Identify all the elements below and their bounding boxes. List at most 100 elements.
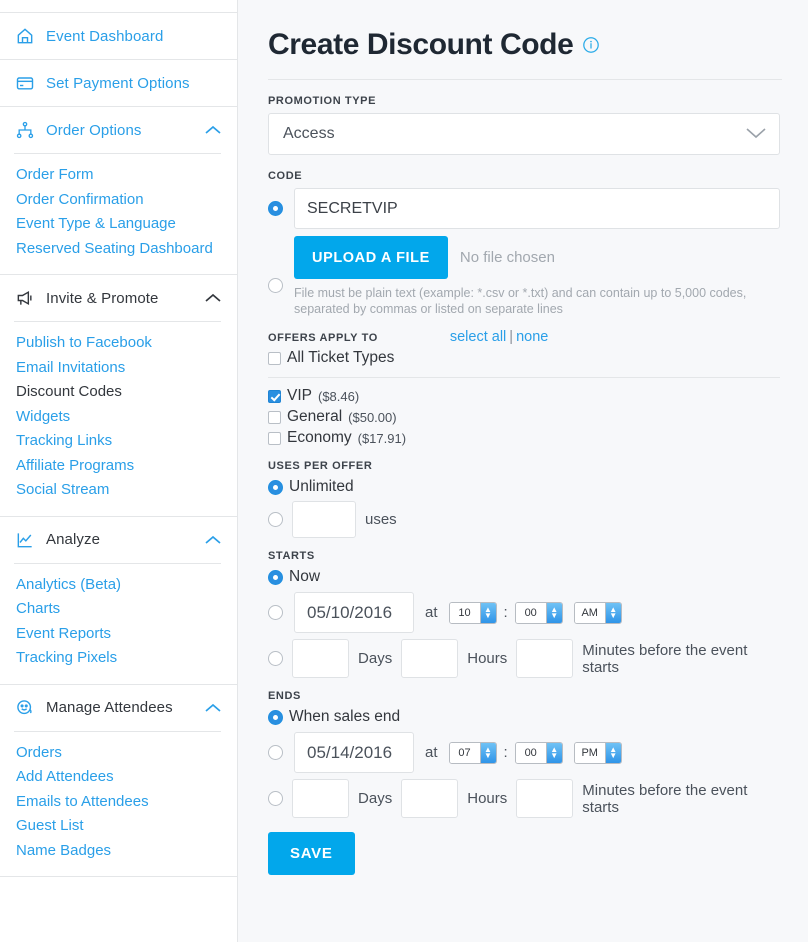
- sidebar-item-event-dashboard[interactable]: Event Dashboard: [0, 13, 237, 59]
- ends-when-sales-end-radio[interactable]: [268, 709, 283, 725]
- chevron-up-icon[interactable]: [205, 703, 221, 713]
- promotion-type-select[interactable]: Access: [268, 113, 780, 155]
- starts-minute-spinner[interactable]: 00 ▲ ▼: [514, 601, 563, 624]
- starts-now-radio[interactable]: [268, 569, 283, 585]
- chevron-up-icon[interactable]: [205, 125, 221, 135]
- spinner-arrows-icon[interactable]: ▲ ▼: [604, 742, 621, 763]
- ends-hours-input[interactable]: [401, 779, 459, 818]
- ticket-type-row-economy[interactable]: Economy ($17.91): [268, 429, 782, 447]
- sidebar-item-analytics-beta[interactable]: Analytics (Beta): [16, 573, 237, 598]
- sidebar-item-orders[interactable]: Orders: [16, 741, 237, 766]
- uses-suffix-text: uses: [365, 511, 397, 528]
- ends-minute-spinner[interactable]: 00 ▲ ▼: [514, 741, 563, 764]
- ends-when-sales-end-label: When sales end: [289, 708, 401, 725]
- code-upload-radio[interactable]: [268, 278, 283, 293]
- sidebar-item-manage-attendees[interactable]: Manage Attendees: [0, 685, 237, 731]
- uses-unlimited-radio[interactable]: [268, 479, 283, 495]
- spinner-arrows-icon[interactable]: ▲ ▼: [545, 602, 562, 623]
- ticket-type-checkbox-economy[interactable]: [268, 431, 281, 445]
- starts-days-input[interactable]: [292, 639, 350, 678]
- ends-at-text: at: [425, 744, 438, 761]
- ends-offset-radio[interactable]: [268, 791, 283, 806]
- sidebar-item-reserved-seating-dashboard[interactable]: Reserved Seating Dashboard: [16, 237, 237, 262]
- starts-offset-radio[interactable]: [268, 651, 283, 666]
- upload-a-file-button[interactable]: UPLOAD A FILE: [294, 236, 448, 279]
- all-ticket-types-checkbox[interactable]: [268, 351, 281, 365]
- code-manual-radio[interactable]: [268, 201, 283, 216]
- spinner-arrows-icon[interactable]: ▲ ▼: [479, 742, 496, 763]
- ends-hour-spinner[interactable]: 07 ▲ ▼: [448, 741, 497, 764]
- uses-unlimited-row[interactable]: Unlimited: [268, 478, 782, 496]
- starts-minutes-input[interactable]: [516, 639, 574, 678]
- sidebar-item-discount-codes[interactable]: Discount Codes: [16, 380, 237, 405]
- chevron-up-icon[interactable]: [205, 535, 221, 545]
- ends-date-radio[interactable]: [268, 745, 283, 760]
- all-ticket-types-row[interactable]: All Ticket Types: [268, 349, 782, 367]
- uses-custom-radio[interactable]: [268, 512, 283, 527]
- sidebar-item-label: Order Options: [46, 121, 142, 139]
- starts-hours-input[interactable]: [401, 639, 459, 678]
- ends-when-sales-end-row[interactable]: When sales end: [268, 708, 782, 726]
- sidebar-item-tracking-pixels[interactable]: Tracking Pixels: [16, 646, 237, 671]
- ticket-type-price-vip: ($8.46): [317, 388, 360, 404]
- sidebar-item-order-options[interactable]: Order Options: [0, 107, 237, 153]
- sidebar-item-tracking-links[interactable]: Tracking Links: [16, 429, 237, 454]
- starts-date-input[interactable]: 05/10/2016: [294, 592, 414, 633]
- ticket-type-checkbox-general[interactable]: [268, 410, 281, 424]
- sidebar-item-label: Set Payment Options: [46, 74, 190, 92]
- select-none-link[interactable]: none: [516, 329, 548, 345]
- starts-offset-row: Days Hours Minutes before the event star…: [268, 639, 782, 678]
- sidebar-item-invite-and-promote[interactable]: Invite & Promote: [0, 275, 237, 321]
- main-content: Create Discount Code PROMOTION TYPE Acce…: [238, 0, 808, 942]
- ticket-type-checkbox-vip[interactable]: [268, 389, 281, 403]
- sidebar-item-social-stream[interactable]: Social Stream: [16, 478, 237, 503]
- sidebar-item-order-form[interactable]: Order Form: [16, 163, 237, 188]
- sidebar-item-set-payment-options[interactable]: Set Payment Options: [0, 60, 237, 106]
- select-all-link[interactable]: select all: [450, 329, 506, 345]
- sidebar-item-widgets[interactable]: Widgets: [16, 405, 237, 430]
- chevron-up-icon[interactable]: [205, 293, 221, 303]
- starts-date-row: 05/10/2016 at 10 ▲ ▼ : 00 ▲ ▼ AM ▲ ▼: [268, 592, 782, 633]
- ends-meridiem-spinner[interactable]: PM ▲ ▼: [573, 741, 622, 764]
- starts-minutes-text: Minutes before the event starts: [582, 641, 748, 676]
- save-button[interactable]: SAVE: [268, 832, 355, 875]
- sidebar-item-label: Analyze: [46, 531, 101, 548]
- sidebar-item-add-attendees[interactable]: Add Attendees: [16, 765, 237, 790]
- ends-minutes-input[interactable]: [516, 779, 574, 818]
- starts-hour-spinner[interactable]: 10 ▲ ▼: [448, 601, 497, 624]
- spinner-arrows-icon[interactable]: ▲ ▼: [545, 742, 562, 763]
- info-circle-icon[interactable]: [582, 28, 600, 62]
- ends-days-text: Days: [358, 790, 393, 807]
- promotion-type-value: Access: [283, 125, 335, 142]
- spinner-arrows-icon[interactable]: ▲ ▼: [604, 602, 621, 623]
- starts-at-text: at: [425, 604, 438, 621]
- starts-meridiem-value: AM: [574, 602, 605, 623]
- sidebar-item-analyze[interactable]: Analyze: [0, 517, 237, 563]
- ticket-type-row-general[interactable]: General ($50.00): [268, 408, 782, 426]
- chevron-down-icon[interactable]: [745, 126, 767, 143]
- sidebar-item-order-confirmation[interactable]: Order Confirmation: [16, 188, 237, 213]
- sidebar-item-email-invitations[interactable]: Email Invitations: [16, 356, 237, 381]
- starts-date-radio[interactable]: [268, 605, 283, 620]
- starts-meridiem-spinner[interactable]: AM ▲ ▼: [573, 601, 622, 624]
- sidebar-item-guest-list[interactable]: Guest List: [16, 814, 237, 839]
- ticket-type-row-vip[interactable]: VIP ($8.46): [268, 387, 782, 405]
- sidebar-item-name-badges[interactable]: Name Badges: [16, 839, 237, 864]
- ends-date-input[interactable]: 05/14/2016: [294, 732, 414, 773]
- sidebar-item-event-reports[interactable]: Event Reports: [16, 622, 237, 647]
- app-root: Event Dashboard Set Payment Options Orde…: [0, 0, 808, 942]
- upload-help-text: File must be plain text (example: *.csv …: [294, 286, 747, 316]
- sidebar-item-affiliate-programs[interactable]: Affiliate Programs: [16, 454, 237, 479]
- spinner-arrows-icon[interactable]: ▲ ▼: [479, 602, 496, 623]
- sidebar-item-charts[interactable]: Charts: [16, 597, 237, 622]
- sidebar-item-event-type-language[interactable]: Event Type & Language: [16, 212, 237, 237]
- sidebar-item-label: Manage Attendees: [46, 699, 173, 716]
- ends-days-input[interactable]: [292, 779, 350, 818]
- code-input[interactable]: SECRETVIP: [294, 188, 780, 229]
- sidebar-item-emails-to-attendees[interactable]: Emails to Attendees: [16, 790, 237, 815]
- starts-now-row[interactable]: Now: [268, 568, 782, 586]
- sidebar-item-publish-to-facebook[interactable]: Publish to Facebook: [16, 331, 237, 356]
- starts-time-colon: :: [503, 604, 508, 621]
- uses-custom-input[interactable]: [292, 501, 356, 538]
- select-links: select all | none: [450, 329, 548, 345]
